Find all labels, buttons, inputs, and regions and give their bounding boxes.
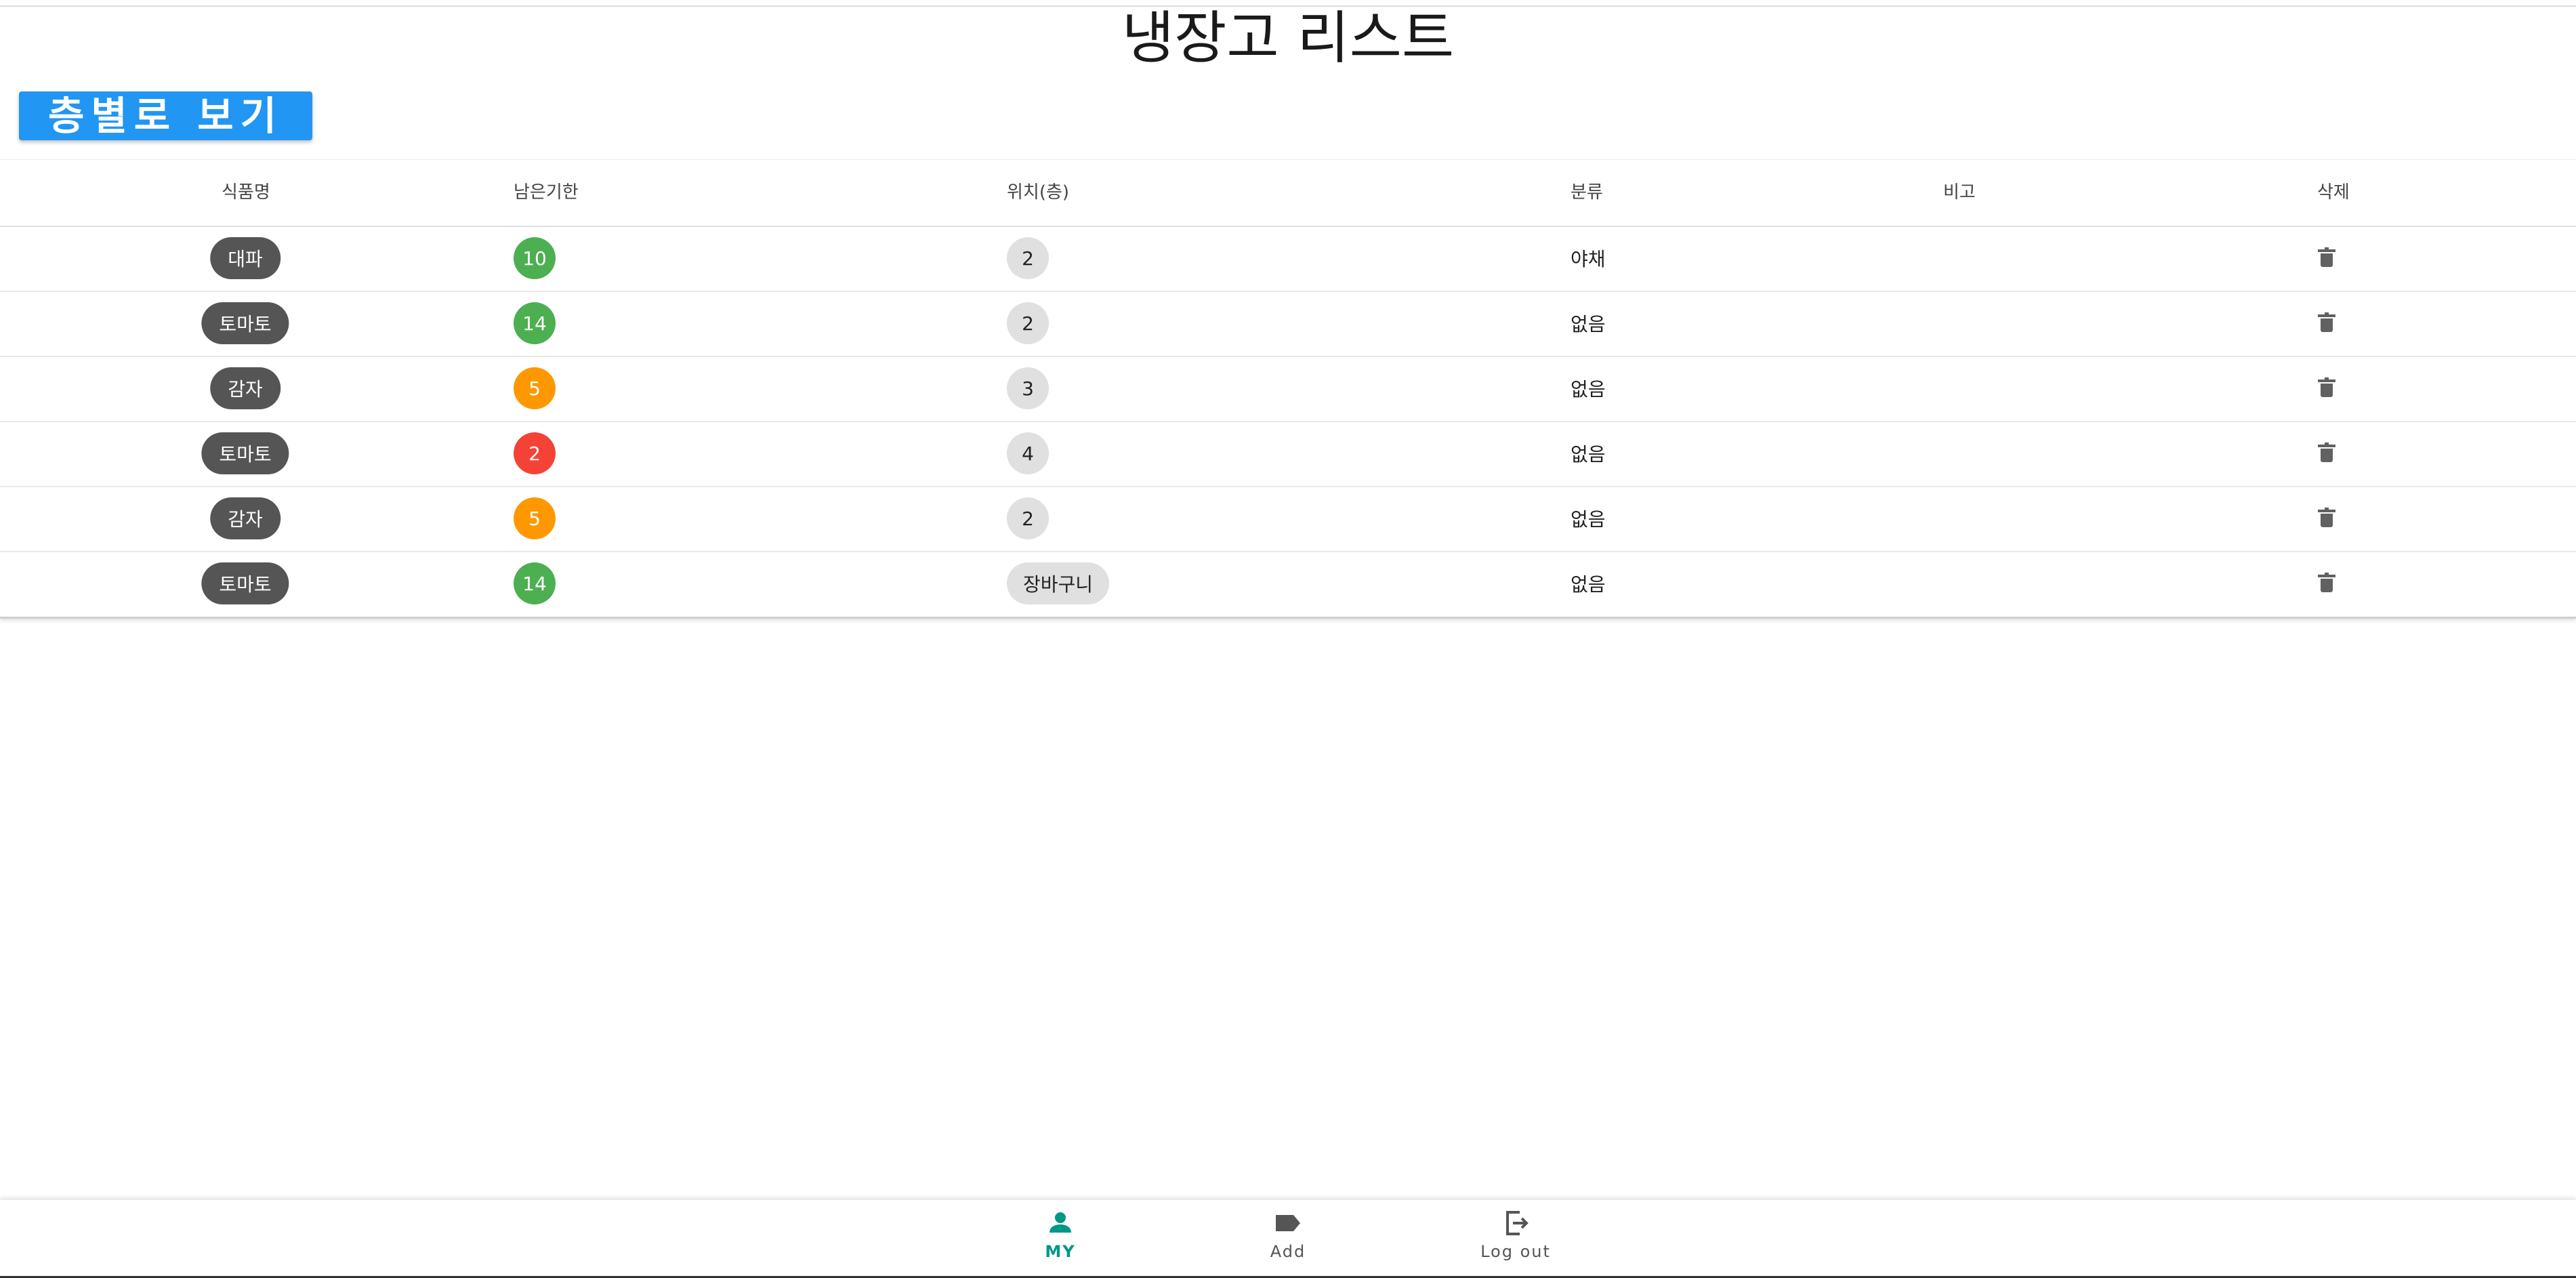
remaining-days-chip: 10 [514,237,556,279]
delete-button[interactable] [2318,291,2335,356]
table-row: 감자 5 2 없음 [0,486,2576,552]
food-name-chip[interactable]: 토마토 [201,302,289,344]
food-name-chip[interactable]: 대파 [210,237,281,279]
food-name-chip[interactable]: 감자 [210,367,281,409]
nav-my-label: MY [1045,1242,1076,1261]
logout-icon[interactable] [1499,1207,1532,1239]
header-delete[interactable]: 삭제 [2317,160,2350,226]
table-header-row: 식품명 남은기한 위치(층) 분류 비고 삭제 [0,160,2576,227]
trash-icon[interactable] [2318,312,2335,332]
delete-button[interactable] [2318,486,2335,551]
header-location[interactable]: 위치(층) [1007,160,1069,226]
trash-icon[interactable] [2318,247,2335,267]
remaining-days-chip: 2 [514,432,556,474]
location-chip: 3 [1007,367,1049,409]
category-text: 없음 [1571,378,1606,400]
person-icon[interactable] [1044,1207,1077,1239]
trash-icon[interactable] [2318,377,2335,397]
nav-logout[interactable]: Log out [1448,1200,1583,1277]
nav-add-label: Add [1270,1242,1306,1261]
page-title: 냉장고 리스트 [1121,5,1455,71]
location-chip: 2 [1007,237,1049,279]
food-table: 식품명 남은기한 위치(층) 분류 비고 삭제 대파 10 2 야채 토마토 1… [0,159,2576,619]
food-name-chip[interactable]: 감자 [210,497,281,539]
category-text: 없음 [1571,573,1606,596]
table-row: 토마토 14 2 없음 [0,291,2576,357]
trash-icon[interactable] [2318,573,2335,592]
remaining-days-chip: 14 [514,302,556,344]
delete-button[interactable] [2318,551,2335,616]
delete-button[interactable] [2318,356,2335,421]
header-name[interactable]: 식품명 [222,160,270,226]
view-by-floor-button[interactable]: 층별로 보기 [19,91,312,140]
location-chip: 4 [1007,432,1049,474]
food-name-chip[interactable]: 토마토 [201,562,289,604]
location-chip: 2 [1007,497,1049,539]
table-row: 감자 5 3 없음 [0,356,2576,422]
location-chip: 장바구니 [1007,562,1110,604]
delete-button[interactable] [2318,226,2335,291]
remaining-days-chip: 14 [514,562,556,604]
location-chip: 2 [1007,302,1049,344]
nav-add[interactable]: Add [1220,1200,1356,1277]
header-note[interactable]: 비고 [1943,160,1976,226]
table-row: 토마토 14 장바구니 없음 [0,551,2576,616]
nav-my[interactable]: MY [993,1200,1128,1277]
header-category[interactable]: 분류 [1571,160,1603,226]
table-row: 대파 10 2 야채 [0,226,2576,292]
trash-icon[interactable] [2318,508,2335,527]
category-text: 없음 [1571,508,1606,531]
delete-button[interactable] [2318,421,2335,486]
category-text: 없음 [1571,313,1606,335]
nav-logout-label: Log out [1480,1242,1551,1261]
header-remaining[interactable]: 남은기한 [514,160,579,226]
food-name-chip[interactable]: 토마토 [201,432,289,474]
category-text: 야채 [1571,248,1606,270]
table-row: 토마토 2 4 없음 [0,421,2576,487]
bottom-navigation: MY Add Log out [0,1199,2576,1277]
remaining-days-chip: 5 [514,367,556,409]
trash-icon[interactable] [2318,442,2335,462]
remaining-days-chip: 5 [514,497,556,539]
label-icon[interactable] [1272,1207,1304,1239]
category-text: 없음 [1571,443,1606,466]
